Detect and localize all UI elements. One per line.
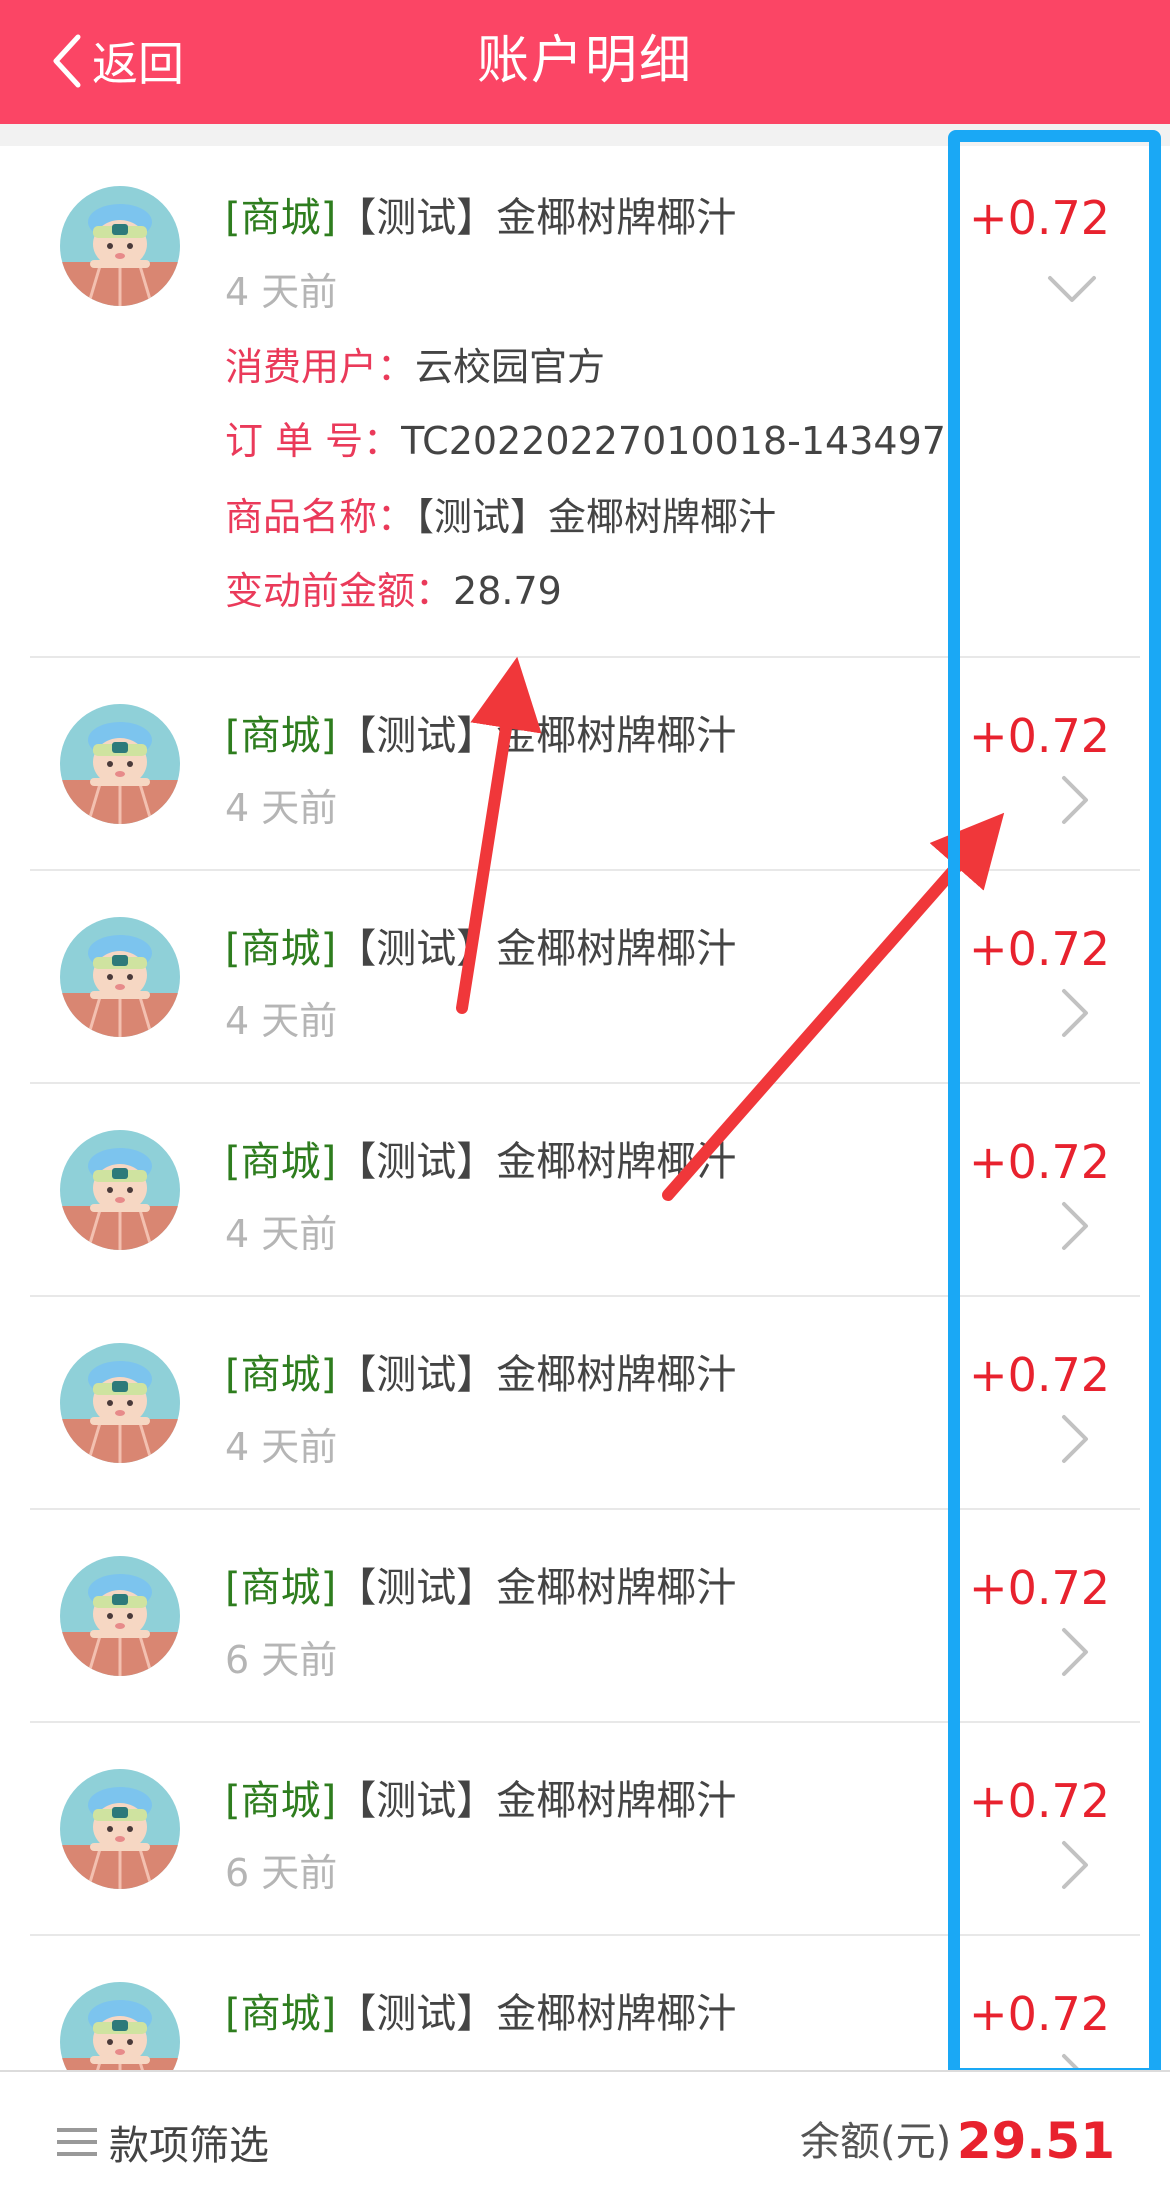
item-product: 【测试】金椰树牌椰汁 <box>336 1139 737 1185</box>
balance-label: 余额(元) <box>800 2119 952 2165</box>
list-item[interactable]: [商城]【测试】金椰树牌椰汁 4 天前 +0.72 <box>30 658 1140 871</box>
item-time: 4 天前 <box>225 270 338 314</box>
chevron-right-icon[interactable] <box>1060 1200 1090 1252</box>
avatar-image <box>60 1982 180 2070</box>
app-header: 返回 账户明细 <box>0 0 1170 124</box>
item-product: 【测试】金椰树牌椰汁 <box>336 926 737 972</box>
item-time: 4 天前 <box>225 1212 338 1256</box>
item-time: 4 天前 <box>225 1425 338 1469</box>
avatar <box>60 1343 180 1463</box>
item-product: 【测试】金椰树牌椰汁 <box>336 1352 737 1398</box>
item-tag: [商城] <box>225 713 337 759</box>
item-tag: [商城] <box>225 1139 337 1185</box>
item-tag: [商城] <box>225 1565 337 1611</box>
item-amount: +0.72 <box>969 1135 1110 1189</box>
item-title: [商城]【测试】金椰树牌椰汁 <box>225 1773 736 1829</box>
avatar <box>60 1130 180 1250</box>
filter-label: 款项筛选 <box>109 2123 269 2169</box>
detail-order-number: 订 单 号：TC20220227010018-143497 <box>225 419 946 463</box>
item-product: 【测试】金椰树牌椰汁 <box>336 713 737 759</box>
item-amount: +0.72 <box>969 1561 1110 1615</box>
avatar <box>60 1769 180 1889</box>
balance-value: 29.51 <box>956 2112 1115 2170</box>
avatar <box>60 917 180 1037</box>
avatar <box>60 1556 180 1676</box>
detail-balance-before: 变动前金额：28.79 <box>225 569 562 613</box>
chevron-right-icon[interactable] <box>1060 774 1090 826</box>
item-tag: [商城] <box>225 195 337 241</box>
avatar-image <box>60 1130 180 1250</box>
item-amount: +0.72 <box>969 1348 1110 1402</box>
item-tag: [商城] <box>225 1991 337 2037</box>
item-amount: +0.72 <box>969 191 1110 245</box>
item-time: 4 天前 <box>225 786 338 830</box>
item-product: 【测试】金椰树牌椰汁 <box>336 1778 737 1824</box>
item-time: 6 天前 <box>225 1638 338 1682</box>
avatar <box>60 186 180 306</box>
list-item[interactable]: [商城]【测试】金椰树牌椰汁 4 天前 +0.72 <box>30 1084 1140 1297</box>
item-tag: [商城] <box>225 1778 337 1824</box>
item-amount: +0.72 <box>969 1774 1110 1828</box>
detail-product-name: 商品名称：【测试】金椰树牌椰汁 <box>225 495 777 539</box>
menu-lines-icon <box>57 2128 97 2156</box>
header-gap <box>0 124 1170 146</box>
avatar-image <box>60 704 180 824</box>
chevron-right-icon[interactable] <box>1060 2052 1090 2070</box>
list-item[interactable]: [商城]【测试】金椰树牌椰汁 4 天前 +0.72 <box>30 871 1140 1084</box>
footer-bar: 款项筛选 余额(元) 29.51 <box>0 2070 1170 2205</box>
item-amount: +0.72 <box>969 1987 1110 2041</box>
avatar <box>60 1982 180 2070</box>
list-item[interactable]: [商城]【测试】金椰树牌椰汁 4 天前 +0.72 <box>30 1297 1140 1510</box>
transaction-list[interactable]: [商城]【测试】金椰树牌椰汁 4 天前 +0.72 消费用户：云校园官方 订 单… <box>0 146 1170 2070</box>
page-title: 账户明细 <box>476 31 693 91</box>
list-item[interactable]: [商城]【测试】金椰树牌椰汁 6 天前 +0.72 <box>30 1723 1140 1936</box>
item-title: [商城]【测试】金椰树牌椰汁 <box>225 921 736 977</box>
item-product: 【测试】金椰树牌椰汁 <box>336 1991 737 2037</box>
item-title: [商城]【测试】金椰树牌椰汁 <box>225 1560 736 1616</box>
item-title: [商城]【测试】金椰树牌椰汁 <box>225 1134 736 1190</box>
item-amount: +0.72 <box>969 922 1110 976</box>
avatar-image <box>60 1343 180 1463</box>
list-item[interactable]: [商城]【测试】金椰树牌椰汁 6 天前 +0.72 <box>30 1510 1140 1723</box>
item-title: [商城]【测试】金椰树牌椰汁 <box>225 1347 736 1403</box>
detail-consumer: 消费用户：云校园官方 <box>225 345 606 389</box>
item-title: [商城]【测试】金椰树牌椰汁 <box>225 708 736 764</box>
list-item[interactable]: [商城]【测试】金椰树牌椰汁 +0.72 <box>30 1936 1140 2070</box>
item-tag: [商城] <box>225 1352 337 1398</box>
avatar-image <box>60 1556 180 1676</box>
item-time: 4 天前 <box>225 999 338 1043</box>
item-amount: +0.72 <box>969 709 1110 763</box>
item-product: 【测试】金椰树牌椰汁 <box>336 195 737 241</box>
item-title: [商城]【测试】金椰树牌椰汁 <box>225 190 736 246</box>
item-time: 6 天前 <box>225 1851 338 1895</box>
list-item-expanded[interactable]: [商城]【测试】金椰树牌椰汁 4 天前 +0.72 消费用户：云校园官方 订 单… <box>30 146 1140 658</box>
chevron-down-icon[interactable] <box>1046 274 1098 304</box>
chevron-right-icon[interactable] <box>1060 1413 1090 1465</box>
avatar-image <box>60 186 180 306</box>
chevron-right-icon[interactable] <box>1060 987 1090 1039</box>
avatar-image <box>60 917 180 1037</box>
avatar <box>60 704 180 824</box>
item-product: 【测试】金椰树牌椰汁 <box>336 1565 737 1611</box>
filter-button[interactable]: 款项筛选 <box>55 2110 269 2174</box>
chevron-right-icon[interactable] <box>1060 1839 1090 1891</box>
item-tag: [商城] <box>225 926 337 972</box>
chevron-right-icon[interactable] <box>1060 1626 1090 1678</box>
avatar-image <box>60 1769 180 1889</box>
item-title: [商城]【测试】金椰树牌椰汁 <box>225 1986 736 2042</box>
